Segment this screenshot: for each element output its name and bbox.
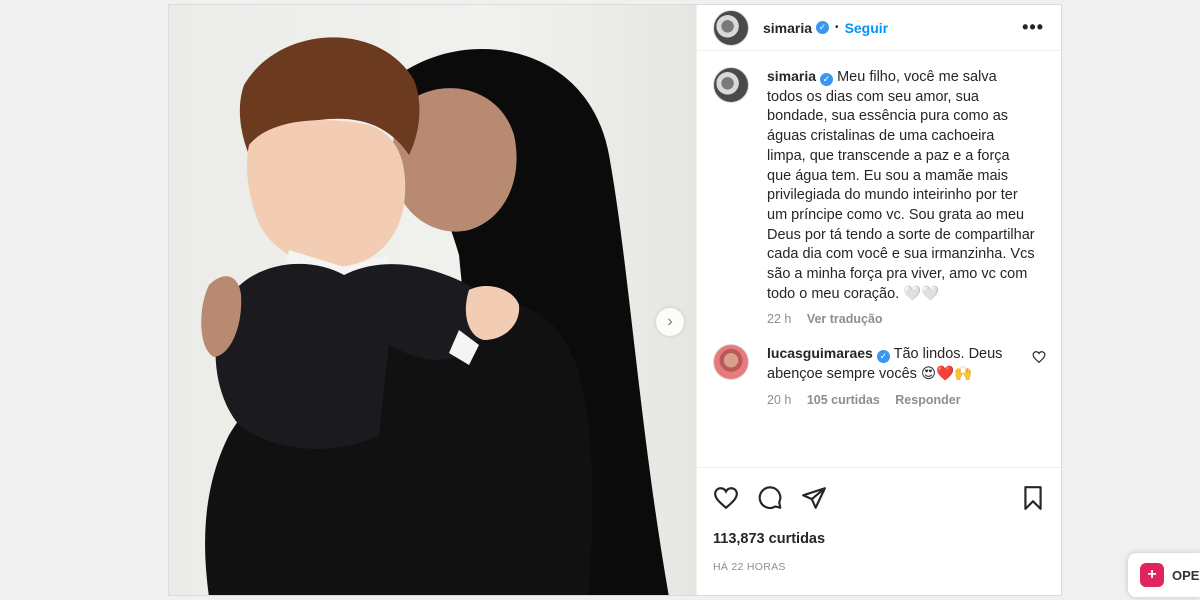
floating-badge[interactable]: + OPE [1128, 553, 1200, 597]
caption-username[interactable]: simaria [767, 68, 816, 84]
avatar[interactable] [713, 9, 749, 46]
comment-meta: 20 h 105 curtidas Responder [767, 393, 1017, 407]
caption-meta: 22 h Ver tradução [767, 312, 1035, 326]
caption-text: Meu filho, você me salva todos os dias c… [767, 69, 1035, 302]
plus-icon: + [1140, 563, 1164, 587]
comment-likes[interactable]: 105 curtidas [807, 393, 880, 407]
chevron-right-icon: › [667, 313, 673, 330]
like-comment-icon[interactable] [1032, 350, 1046, 364]
comment: lucasguimaraes ✓ Tão lindos. Deus abençoe… [713, 344, 1046, 407]
reply-button[interactable]: Responder [895, 393, 960, 407]
post-username[interactable]: simaria [763, 20, 812, 36]
post-sidebar: simaria ✓ • Seguir ••• simaria ✓ Meu filh… [696, 5, 1061, 595]
next-photo-button[interactable]: › [656, 308, 684, 336]
post-photo[interactable]: › [169, 5, 696, 595]
action-bar [697, 467, 1061, 527]
verified-icon: ✓ [876, 350, 890, 364]
post-timestamp: HÁ 22 HORAS [713, 561, 786, 573]
bookmark-icon[interactable] [1020, 485, 1046, 511]
comment-username[interactable]: lucasguimaraes [767, 345, 873, 361]
post-header: simaria ✓ • Seguir ••• [697, 5, 1061, 51]
badge-label: OPE [1172, 567, 1200, 583]
more-options-icon[interactable]: ••• [1022, 17, 1044, 38]
likes-count[interactable]: 113,873 curtidas [697, 527, 1061, 547]
avatar[interactable] [713, 67, 749, 103]
separator-dot: • [835, 22, 839, 33]
translate-link[interactable]: Ver tradução [807, 312, 883, 326]
share-icon[interactable] [801, 485, 827, 511]
comments-section[interactable]: simaria ✓ Meu filho, você me salva todos … [697, 51, 1061, 467]
comment-icon[interactable] [757, 485, 783, 511]
verified-icon: ✓ [820, 73, 834, 86]
comment-time: 20 h [767, 392, 792, 407]
avatar[interactable] [713, 344, 749, 381]
caption: simaria ✓ Meu filho, você me salva todos … [713, 67, 1046, 326]
photo-illustration [201, 37, 669, 595]
caption-time: 22 h [767, 312, 792, 327]
verified-icon: ✓ [816, 21, 830, 34]
follow-button[interactable]: Seguir [845, 20, 889, 36]
heart-icon[interactable] [713, 485, 739, 511]
post-card: › simaria ✓ • Seguir ••• simaria ✓ Meu fi… [168, 4, 1062, 596]
